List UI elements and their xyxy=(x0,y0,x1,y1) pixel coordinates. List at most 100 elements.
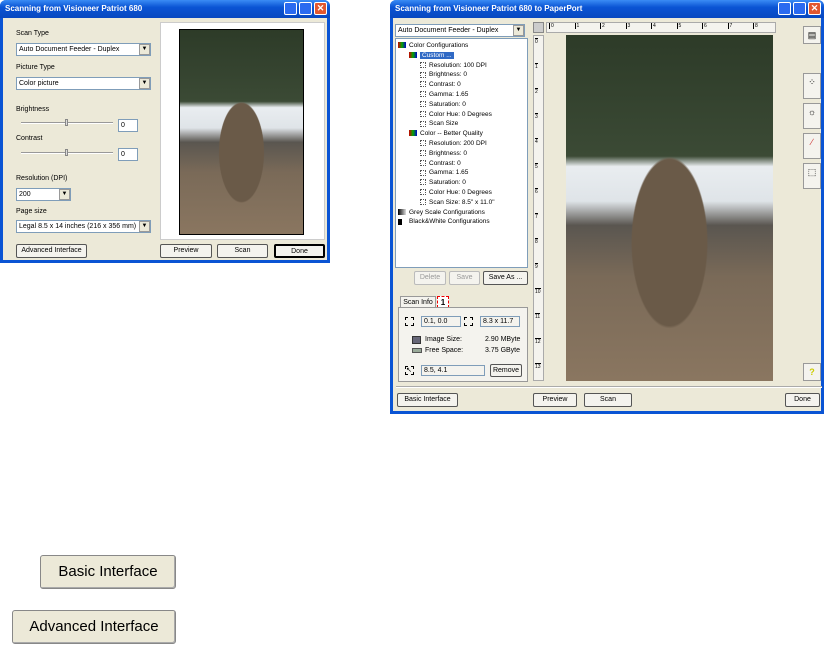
tree-item-label: Color Hue: 0 Degrees xyxy=(429,110,492,118)
tree-item[interactable]: Brightness: 0 xyxy=(420,70,467,79)
done-button[interactable]: Done xyxy=(785,393,820,407)
save-button[interactable]: Save xyxy=(449,271,480,285)
scanner-settings-icon[interactable]: ▤ xyxy=(803,26,821,44)
tree-item[interactable]: Black&White Configurations xyxy=(398,217,490,226)
tree-item-label: Brightness: 0 xyxy=(429,149,467,157)
ruler-tick-label: 2 xyxy=(535,88,538,95)
tree-item[interactable]: Grey Scale Configurations xyxy=(398,208,485,217)
scan-origin-field: 0.1, 0.0 xyxy=(421,316,461,327)
tree-item[interactable]: Saturation: 0 xyxy=(420,178,466,187)
scan-origin-icon xyxy=(405,317,414,326)
tree-item[interactable]: Color Hue: 0 Degrees xyxy=(420,110,492,119)
help-icon[interactable]: ? xyxy=(803,363,821,381)
configuration-tree[interactable]: Color Configurations Custom ... Resolution… xyxy=(395,38,528,268)
resolution-select[interactable]: 200 ▼ xyxy=(16,188,71,201)
close-button[interactable]: ✕ xyxy=(314,2,327,15)
disk-icon xyxy=(412,348,422,353)
ruler-tick-label: 3 xyxy=(535,113,538,120)
tree-item-label: Resolution: 100 DPI xyxy=(429,61,487,69)
brightness-tool-icon[interactable]: ☼ xyxy=(803,103,821,129)
preview-button[interactable]: Preview xyxy=(533,393,577,407)
tree-item[interactable]: Saturation: 0 xyxy=(420,100,466,109)
ruler-corner-button[interactable] xyxy=(533,22,544,33)
slider-thumb[interactable] xyxy=(65,149,68,156)
tree-item[interactable]: Gamma: 1.65 xyxy=(420,90,468,99)
scan-type-select[interactable]: Auto Document Feeder - Duplex ▼ xyxy=(16,43,151,56)
brightness-input[interactable]: 0 xyxy=(118,119,138,132)
basic-interface-button[interactable]: Basic Interface xyxy=(397,393,458,407)
maximize-button[interactable] xyxy=(793,2,806,15)
tree-item-label: Color Configurations xyxy=(409,42,469,49)
ruler-tick-label: 5 xyxy=(676,23,682,29)
cursor-position-field: 8.5, 4.1 xyxy=(421,365,485,376)
save-as-button[interactable]: Save As ... xyxy=(483,271,528,285)
ruler-tick-label: 2 xyxy=(600,23,605,29)
ruler-tick-label: 5 xyxy=(535,163,538,170)
left-ruler: 0 1 2 3 4 5 6 7 8 9 10 11 12 13 xyxy=(533,35,544,381)
tree-item-label: Brightness: 0 xyxy=(429,71,467,79)
scan-button[interactable]: Scan xyxy=(217,244,268,258)
close-button[interactable]: ✕ xyxy=(808,2,821,15)
tree-item[interactable]: Resolution: 200 DPI xyxy=(420,139,487,148)
brightness-slider[interactable] xyxy=(21,119,113,126)
tree-item[interactable]: Color -- Better Quality xyxy=(409,129,483,138)
resolution-label: Resolution (DPI) xyxy=(16,175,68,182)
page-size-label: Page size xyxy=(16,208,47,215)
ruler-tick-label: 12 xyxy=(535,338,541,345)
minimize-button[interactable] xyxy=(284,2,297,15)
remove-button[interactable]: Remove xyxy=(490,364,522,377)
tree-item[interactable]: Scan Size: 8.5" x 11.0" xyxy=(420,198,495,207)
tree-item-label: Contrast: 0 xyxy=(429,81,461,89)
bw-config-icon xyxy=(398,218,406,225)
chevron-down-icon: ▼ xyxy=(59,189,70,200)
ruler-tick-label: 3 xyxy=(625,23,631,29)
scan-size-tool-icon[interactable]: ⬚ xyxy=(803,163,821,189)
tree-item[interactable]: Contrast: 0 xyxy=(420,159,461,168)
maximize-button[interactable] xyxy=(299,2,312,15)
picture-type-value: Color picture xyxy=(19,80,59,87)
tree-item[interactable]: Contrast: 0 xyxy=(420,80,461,89)
tree-item[interactable]: Color Configurations xyxy=(398,41,468,50)
free-space-value: 3.75 GByte xyxy=(485,347,521,354)
resolution-icon xyxy=(420,61,426,68)
ruler-tick-label: 1 xyxy=(535,63,538,70)
advanced-interface-button-callout[interactable]: Advanced Interface xyxy=(12,610,176,644)
picture-type-select[interactable]: Color picture ▼ xyxy=(16,77,151,90)
color-curve-tool-icon[interactable]: ∕ xyxy=(803,133,821,159)
tree-item[interactable]: Color Hue: 0 Degrees xyxy=(420,188,492,197)
contrast-input[interactable]: 0 xyxy=(118,148,138,161)
delete-button[interactable]: Delete xyxy=(414,271,446,285)
done-button[interactable]: Done xyxy=(274,244,325,258)
image-size-value: 2.90 MByte xyxy=(485,336,521,343)
contrast-icon xyxy=(420,159,426,166)
cursor-position-icon: ↖ xyxy=(405,366,414,375)
minimize-button[interactable] xyxy=(778,2,791,15)
tree-item[interactable]: Custom ... xyxy=(409,51,454,60)
page-size-select[interactable]: Legal 8.5 x 14 inches (216 x 356 mm) ▼ xyxy=(16,220,151,233)
scan-button[interactable]: Scan xyxy=(584,393,632,407)
window-title: Scanning from Visioneer Patriot 680 xyxy=(5,4,143,13)
color-preset-icon xyxy=(409,52,417,59)
preview-button[interactable]: Preview xyxy=(160,244,212,258)
resolution-tool-icon[interactable]: ⁘ xyxy=(803,73,821,99)
saturation-icon xyxy=(420,179,426,186)
tree-item[interactable]: Brightness: 0 xyxy=(420,149,467,158)
contrast-slider[interactable] xyxy=(21,149,113,156)
slider-thumb[interactable] xyxy=(65,119,68,126)
tree-item-label: Gamma: 1.65 xyxy=(429,169,469,177)
tree-item-label: Resolution: 200 DPI xyxy=(429,140,487,147)
ruler-tick-label: 0 xyxy=(535,38,538,45)
tree-item-label: Contrast: 0 xyxy=(429,159,461,167)
hue-icon xyxy=(420,110,426,117)
tree-item[interactable]: Scan Size xyxy=(420,119,458,128)
basic-interface-button-callout[interactable]: Basic Interface xyxy=(40,555,176,589)
tree-item[interactable]: Gamma: 1.65 xyxy=(420,168,468,177)
scan-type-select[interactable]: Auto Document Feeder - Duplex ▼ xyxy=(395,24,525,37)
window-title: Scanning from Visioneer Patriot 680 to P… xyxy=(395,4,583,13)
picture-type-label: Picture Type xyxy=(16,64,55,71)
tree-item[interactable]: Resolution: 100 DPI xyxy=(420,61,487,70)
resolution-icon xyxy=(420,140,426,147)
tree-item-label: Saturation: 0 xyxy=(429,100,466,108)
advanced-interface-button[interactable]: Advanced Interface xyxy=(16,244,87,258)
contrast-label: Contrast xyxy=(16,135,43,142)
